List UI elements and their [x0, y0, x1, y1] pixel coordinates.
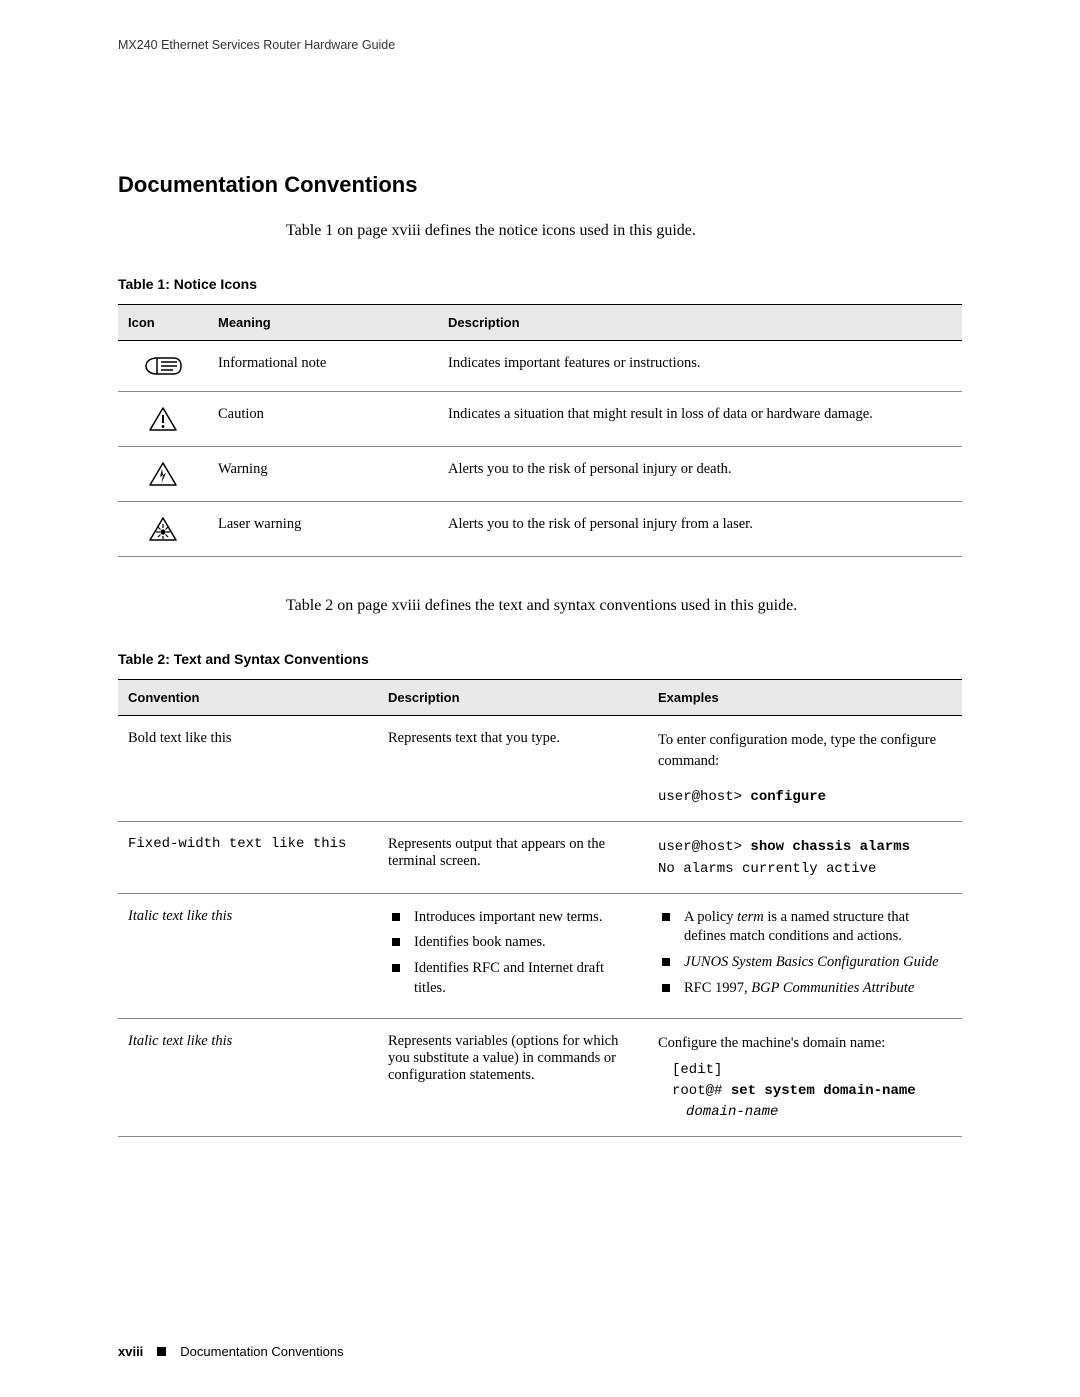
intro-text-2: Table 2 on page xviii defines the text a…	[286, 597, 962, 615]
table1-title: Table 1: Notice Icons	[118, 276, 962, 292]
table-row: Laser warning Alerts you to the risk of …	[118, 502, 962, 557]
examples: A policy term is a named structure that …	[648, 893, 962, 1018]
table-header-row: Icon Meaning Description	[118, 305, 962, 341]
footer-title: Documentation Conventions	[180, 1344, 343, 1359]
example-text: A policy	[684, 909, 737, 925]
examples: Configure the machine's domain name: [ed…	[648, 1019, 962, 1137]
table-row: Fixed-width text like this Represents ou…	[118, 822, 962, 894]
list-item: A policy term is a named structure that …	[662, 908, 952, 947]
example-text: command:	[658, 753, 719, 769]
example-command: set system domain-name	[731, 1083, 916, 1099]
example-command: configure	[750, 789, 826, 805]
table-row: Italic text like this Represents variabl…	[118, 1019, 962, 1137]
warning-icon	[118, 447, 208, 502]
th-examples: Examples	[648, 680, 962, 716]
example-command: show chassis alarms	[750, 839, 910, 855]
example-prompt: user@host>	[658, 789, 750, 805]
convention: Italic text like this	[118, 893, 378, 1018]
example-variable: domain-name	[672, 1102, 952, 1122]
example-prompt: user@host>	[658, 839, 750, 855]
table-row: Bold text like this Represents text that…	[118, 716, 962, 822]
description: Indicates important features or instruct…	[438, 341, 962, 392]
intro-text-1: Table 1 on page xviii defines the notice…	[286, 222, 962, 240]
list-item: RFC 1997, BGP Communities Attribute	[662, 979, 952, 999]
notice-icons-table: Icon Meaning Description	[118, 304, 962, 557]
note-icon	[118, 341, 208, 392]
section-heading: Documentation Conventions	[118, 172, 962, 198]
description: Alerts you to the risk of personal injur…	[438, 447, 962, 502]
page-footer: xviii Documentation Conventions	[118, 1344, 344, 1359]
example-text: To enter configuration mode, type the	[658, 732, 880, 748]
list-item: Identifies book names.	[392, 933, 638, 953]
convention: Fixed-width text like this	[118, 822, 378, 894]
example-text: configure	[880, 732, 936, 748]
list-item: JUNOS System Basics Configuration Guide	[662, 953, 952, 973]
list-item: Identifies RFC and Internet draft titles…	[392, 959, 638, 998]
th-icon: Icon	[118, 305, 208, 341]
meaning: Laser warning	[208, 502, 438, 557]
example-prompt: root@#	[672, 1083, 731, 1099]
table2-title: Table 2: Text and Syntax Conventions	[118, 651, 962, 667]
table-row: Italic text like this Introduces importa…	[118, 893, 962, 1018]
page-number: xviii	[118, 1344, 143, 1359]
example-output: No alarms currently active	[658, 861, 876, 877]
meaning: Informational note	[208, 341, 438, 392]
text-syntax-table: Convention Description Examples Bold tex…	[118, 679, 962, 1137]
example-text: Configure the machine's domain name:	[658, 1033, 952, 1054]
table-row: Informational note Indicates important f…	[118, 341, 962, 392]
th-convention: Convention	[118, 680, 378, 716]
description: Represents text that you type.	[378, 716, 648, 822]
convention: Bold text like this	[118, 716, 378, 822]
example-text: RFC 1997,	[684, 980, 751, 996]
list-item: Introduces important new terms.	[392, 908, 638, 928]
example-line: [edit]	[672, 1060, 952, 1080]
running-header: MX240 Ethernet Services Router Hardware …	[118, 38, 962, 52]
th-description: Description	[378, 680, 648, 716]
description: Represents variables (options for which …	[378, 1019, 648, 1137]
table-row: Warning Alerts you to the risk of person…	[118, 447, 962, 502]
meaning: Warning	[208, 447, 438, 502]
meaning: Caution	[208, 392, 438, 447]
example-term: term	[737, 909, 764, 925]
caution-icon	[118, 392, 208, 447]
description: Introduces important new terms. Identifi…	[378, 893, 648, 1018]
th-meaning: Meaning	[208, 305, 438, 341]
table-header-row: Convention Description Examples	[118, 680, 962, 716]
examples: user@host> show chassis alarms No alarms…	[648, 822, 962, 894]
footer-bullet-icon	[157, 1347, 166, 1356]
table-row: Caution Indicates a situation that might…	[118, 392, 962, 447]
example-text: BGP Communities Attribute	[751, 980, 914, 996]
description: Alerts you to the risk of personal injur…	[438, 502, 962, 557]
description: Indicates a situation that might result …	[438, 392, 962, 447]
convention: Italic text like this	[118, 1019, 378, 1137]
examples: To enter configuration mode, type the co…	[648, 716, 962, 822]
description: Represents output that appears on the te…	[378, 822, 648, 894]
th-description: Description	[438, 305, 962, 341]
laser-warning-icon	[118, 502, 208, 557]
